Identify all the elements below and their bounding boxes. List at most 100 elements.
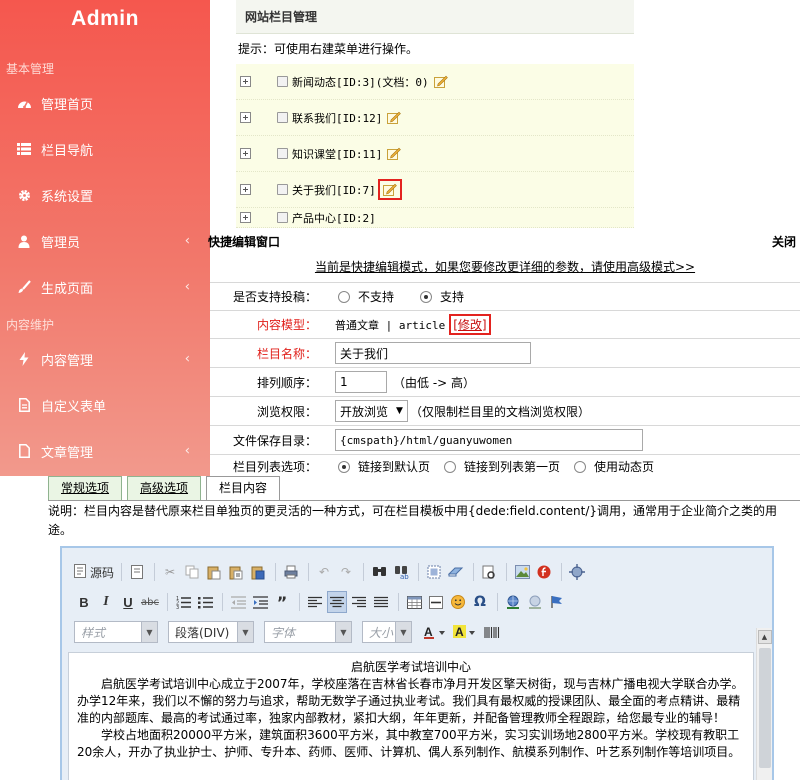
tab-advanced[interactable]: 高级选项: [127, 476, 202, 500]
sidebar-item-label: 栏目导航: [41, 143, 94, 159]
bg-color-icon[interactable]: A: [452, 621, 480, 643]
expand-icon[interactable]: [240, 112, 251, 123]
sidebar-item-custom-form[interactable]: 自定义表单: [0, 382, 210, 428]
sidebar-item-nav[interactable]: 栏目导航: [0, 126, 210, 172]
text-color-icon[interactable]: A: [422, 621, 450, 643]
row-checkbox[interactable]: [277, 212, 288, 223]
paste-word-icon[interactable]: [248, 561, 268, 583]
tree-row[interactable]: 产品中心[ID:2]: [236, 208, 634, 228]
svg-text:ab: ab: [400, 573, 409, 579]
align-left-icon[interactable]: [305, 591, 325, 613]
replace-icon[interactable]: ab: [391, 561, 411, 583]
tree-row[interactable]: 关于我们[ID:7]: [236, 172, 634, 208]
flash-icon[interactable]: [534, 561, 554, 583]
barcode-icon[interactable]: [482, 621, 502, 643]
tab-content[interactable]: 栏目内容: [206, 476, 281, 500]
paste-text-icon[interactable]: [226, 561, 246, 583]
anchor-icon[interactable]: [547, 591, 567, 613]
table-icon[interactable]: [404, 591, 424, 613]
edit-icon[interactable]: [387, 111, 402, 124]
editor-scrollbar[interactable]: ▲: [756, 628, 772, 780]
field-hint: （仅限制栏目里的文档浏览权限）: [409, 404, 590, 419]
print-icon[interactable]: [281, 561, 301, 583]
align-center-icon[interactable]: [327, 591, 347, 613]
category-label[interactable]: 新闻动态[ID:3](文档：0): [292, 74, 429, 90]
edit-icon[interactable]: [387, 147, 402, 160]
radio-list-first[interactable]: [444, 460, 457, 473]
smiley-icon[interactable]: [448, 591, 468, 613]
indent-icon[interactable]: [250, 591, 270, 613]
advanced-mode-link[interactable]: 当前是快捷编辑模式，如果您要修改更详细的参数，请使用高级模式>>: [315, 260, 695, 274]
format-select[interactable]: 段落(DIV) ▼: [168, 621, 254, 643]
sidebar-item-admins[interactable]: 管理员 ‹: [0, 218, 210, 264]
row-checkbox[interactable]: [277, 76, 288, 87]
scroll-up-icon[interactable]: ▲: [757, 630, 772, 644]
horizontal-rule-icon[interactable]: [426, 591, 446, 613]
sidebar-item-dashboard[interactable]: 管理首页: [0, 80, 210, 126]
expand-icon[interactable]: [240, 76, 251, 87]
find-icon[interactable]: [369, 561, 389, 583]
align-right-icon[interactable]: [349, 591, 369, 613]
category-label[interactable]: 联系我们[ID:12]: [292, 110, 382, 126]
spellcheck-icon[interactable]: [479, 561, 499, 583]
undo-icon[interactable]: ↶: [314, 561, 334, 583]
radio-default-page[interactable]: [338, 460, 350, 473]
row-checkbox[interactable]: [277, 112, 288, 123]
category-label[interactable]: 知识课堂[ID:11]: [292, 146, 382, 162]
outdent-icon[interactable]: [228, 591, 248, 613]
font-select[interactable]: 字体 ▼: [264, 621, 352, 643]
permission-select[interactable]: 开放浏览 ▼: [335, 400, 408, 422]
cut-icon[interactable]: ✂: [160, 561, 180, 583]
radio-not-support[interactable]: [338, 290, 350, 303]
tree-row[interactable]: 新闻动态[ID:3](文档：0): [236, 64, 634, 100]
category-name-input[interactable]: 关于我们: [335, 342, 531, 364]
expand-icon[interactable]: [240, 184, 251, 195]
sidebar-item-generate[interactable]: 生成页面 ‹: [0, 264, 210, 310]
sidebar-item-articles[interactable]: 文章管理 ‹: [0, 428, 210, 474]
radio-support[interactable]: [420, 290, 433, 303]
bold-icon[interactable]: B: [74, 591, 94, 613]
category-label[interactable]: 产品中心[ID:2]: [292, 210, 376, 226]
copy-icon[interactable]: [182, 561, 202, 583]
save-dir-input[interactable]: {cmspath}/html/guanyuwomen: [335, 429, 643, 451]
page-icon[interactable]: [127, 561, 147, 583]
tree-row[interactable]: 知识课堂[ID:11]: [236, 136, 634, 172]
select-all-icon[interactable]: [424, 561, 444, 583]
edit-button-highlighted[interactable]: [377, 179, 402, 200]
row-checkbox[interactable]: [277, 184, 288, 195]
source-button[interactable]: 源码: [74, 561, 114, 583]
underline-icon[interactable]: U: [118, 591, 138, 613]
edit-icon[interactable]: [433, 75, 448, 88]
close-button[interactable]: 关闭: [772, 234, 796, 251]
special-char-icon[interactable]: Ω: [470, 591, 490, 613]
modify-link[interactable]: [修改]: [449, 314, 491, 335]
tab-general[interactable]: 常规选项: [48, 476, 123, 500]
justify-icon[interactable]: [371, 591, 391, 613]
radio-dynamic[interactable]: [574, 460, 587, 473]
edit-icon[interactable]: [382, 183, 397, 196]
ordered-list-icon[interactable]: 123: [173, 591, 193, 613]
sidebar-item-content[interactable]: 内容管理 ‹: [0, 336, 210, 382]
scroll-thumb[interactable]: [758, 648, 771, 768]
eraser-icon[interactable]: [446, 561, 466, 583]
size-select[interactable]: 大小 ▼: [362, 621, 412, 643]
italic-icon[interactable]: I: [96, 591, 116, 613]
blockquote-icon[interactable]: ”: [272, 591, 292, 613]
paste-icon[interactable]: [204, 561, 224, 583]
maximize-icon[interactable]: [567, 561, 587, 583]
strike-icon[interactable]: abc: [140, 591, 160, 613]
link-icon[interactable]: [503, 591, 523, 613]
expand-icon[interactable]: [240, 148, 251, 159]
unlink-icon[interactable]: [525, 591, 545, 613]
tree-row[interactable]: 联系我们[ID:12]: [236, 100, 634, 136]
redo-icon[interactable]: ↷: [336, 561, 356, 583]
sort-order-input[interactable]: 1: [335, 371, 387, 393]
category-label[interactable]: 关于我们[ID:7]: [292, 182, 376, 198]
image-icon[interactable]: [512, 561, 532, 583]
unordered-list-icon[interactable]: [195, 591, 215, 613]
row-checkbox[interactable]: [277, 148, 288, 159]
editor-content-area[interactable]: 启航医学考试培训中心 启航医学考试培训中心成立于2007年，学校座落在吉林省长春…: [68, 652, 754, 780]
sidebar-item-settings[interactable]: 系统设置: [0, 172, 210, 218]
expand-icon[interactable]: [240, 212, 251, 223]
style-select[interactable]: 样式 ▼: [74, 621, 158, 643]
